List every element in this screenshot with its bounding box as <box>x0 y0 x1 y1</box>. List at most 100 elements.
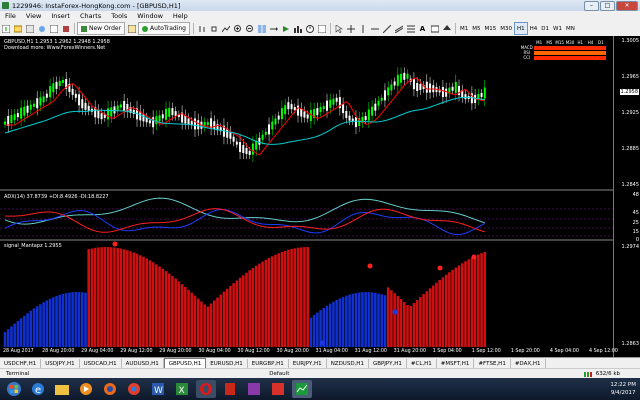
new-chart-icon[interactable] <box>0 22 11 35</box>
symbol-tab-gbpjpy[interactable]: GBPJPY,H1 <box>369 358 407 369</box>
profiles-icon[interactable] <box>12 22 23 35</box>
pdf-icon[interactable] <box>220 380 240 398</box>
chart-shift-icon[interactable] <box>268 22 279 35</box>
symbol-tab-eurgbp[interactable]: EURGBP,H1 <box>248 358 289 369</box>
channel-icon[interactable] <box>393 22 404 35</box>
tf-mn[interactable]: MN <box>564 23 577 34</box>
candle-body <box>248 150 251 155</box>
price-label: 1.2925 <box>621 110 640 116</box>
symbol-tab-nzdusd[interactable]: NZDUSD,H1 <box>327 358 369 369</box>
time-axis-label: 31 Aug 12:00 <box>354 349 387 354</box>
word-icon[interactable]: W <box>148 380 168 398</box>
tf-m1[interactable]: M1 <box>458 23 470 34</box>
metatrader-icon[interactable] <box>292 380 312 398</box>
media-player-icon[interactable] <box>76 380 96 398</box>
navigator-icon[interactable] <box>36 22 47 35</box>
candle-body <box>61 79 64 83</box>
candle-body <box>274 118 277 125</box>
autoscroll-icon[interactable] <box>280 22 291 35</box>
indicators-icon[interactable] <box>292 22 303 35</box>
menu-help[interactable]: Help <box>168 12 193 20</box>
text-tool-icon[interactable]: A <box>417 22 428 35</box>
label-tool-icon[interactable] <box>429 22 440 35</box>
price-label: 1.2965 <box>621 74 640 80</box>
candlestick-icon[interactable] <box>208 22 219 35</box>
chrome-icon[interactable] <box>124 380 144 398</box>
chart-area[interactable]: GBPUSD,H1 1.2953 1.2962 1.2948 1.2958 Do… <box>0 36 640 357</box>
candle-body <box>165 108 167 120</box>
symbol-tab-usdjpy[interactable]: USDJPY,H1 <box>41 358 80 369</box>
symbol-tab-msft[interactable]: #MSFT,H1 <box>437 358 475 369</box>
tile-windows-icon[interactable] <box>256 22 267 35</box>
time-axis-label: 1 Sep 12:00 <box>471 349 501 354</box>
system-clock[interactable]: 12:22 PM 9/4/2017 <box>610 381 636 397</box>
opera-icon[interactable] <box>196 380 216 398</box>
symbol-tab-ftse[interactable]: #FTSE,H1 <box>474 358 511 369</box>
zoom-out-icon[interactable] <box>244 22 255 35</box>
candle-body <box>390 84 393 91</box>
profile-label: Default <box>269 371 290 377</box>
periods-icon[interactable] <box>304 22 315 35</box>
arrows-icon[interactable] <box>441 22 452 35</box>
tf-w1[interactable]: W1 <box>551 23 564 34</box>
winrar-icon[interactable] <box>244 380 264 398</box>
horizontal-line-icon[interactable] <box>369 22 380 35</box>
menu-insert[interactable]: Insert <box>46 12 75 20</box>
market-watch-icon[interactable] <box>24 22 35 35</box>
templates-icon[interactable] <box>316 22 327 35</box>
metaeditor-icon[interactable] <box>126 22 137 35</box>
price-label: 1.2885 <box>621 146 640 152</box>
symbol-tab-dax[interactable]: #DAX,H1 <box>511 358 546 369</box>
line-chart-icon[interactable] <box>220 22 231 35</box>
minimize-button[interactable]: – <box>584 1 599 11</box>
symbol-tab-usdcad[interactable]: USDCAD,H1 <box>80 358 122 369</box>
zoom-in-icon[interactable] <box>232 22 243 35</box>
bar-chart-icon[interactable] <box>196 22 207 35</box>
app-icon-red[interactable] <box>268 380 288 398</box>
cursor-icon[interactable] <box>333 22 344 35</box>
symbol-tab-usdchf[interactable]: USDCHF,H1 <box>0 358 42 369</box>
menu-view[interactable]: View <box>21 12 46 20</box>
symbol-tab-audusd[interactable]: AUDUSD,H1 <box>122 358 164 369</box>
crosshair-icon[interactable] <box>345 22 356 35</box>
price-scale[interactable]: 1.3005 1.2965 1.2958 1.2925 1.2885 1.284… <box>613 36 640 357</box>
close-button[interactable]: ✕ <box>616 1 638 11</box>
time-axis-label: 29 Aug 04:00 <box>81 349 114 354</box>
menu-window[interactable]: Window <box>132 12 168 20</box>
signal-dot <box>319 340 325 346</box>
candle-body <box>300 108 303 117</box>
candle-body <box>371 106 374 116</box>
symbol-tab-eurusd[interactable]: EURUSD,H1 <box>206 358 248 369</box>
vertical-line-icon[interactable] <box>357 22 368 35</box>
menu-file[interactable]: File <box>0 12 21 20</box>
terminal-label[interactable]: Terminal <box>6 371 29 377</box>
explorer-icon[interactable] <box>52 380 72 398</box>
legend-bar <box>533 55 606 60</box>
autotrading-button[interactable]: AutoTrading <box>138 22 190 35</box>
tf-d1[interactable]: D1 <box>539 23 551 34</box>
tf-m5[interactable]: M5 <box>470 23 482 34</box>
start-icon[interactable] <box>4 380 24 398</box>
terminal-icon[interactable] <box>48 22 59 35</box>
adx-level: 0 <box>635 237 639 243</box>
tf-m30[interactable]: M30 <box>498 23 514 34</box>
candle-body <box>229 131 232 139</box>
excel-icon[interactable]: X <box>172 380 192 398</box>
tf-m15[interactable]: M15 <box>483 23 499 34</box>
fibonacci-icon[interactable] <box>405 22 416 35</box>
candle-body <box>383 90 386 101</box>
tf-h4[interactable]: H4 <box>528 23 540 34</box>
firefox-icon[interactable] <box>100 380 120 398</box>
menu-charts[interactable]: Charts <box>75 12 106 20</box>
trendline-icon[interactable] <box>381 22 392 35</box>
tf-h1[interactable]: H1 <box>514 22 528 35</box>
candle-body <box>29 104 32 110</box>
menu-tools[interactable]: Tools <box>106 12 132 20</box>
tester-icon[interactable] <box>60 22 71 35</box>
symbol-tab-eurjpy[interactable]: EURJPY,H1 <box>289 358 327 369</box>
maximize-button[interactable]: □ <box>600 1 615 11</box>
symbol-tab-cl[interactable]: #CL,H1 <box>407 358 437 369</box>
new-order-button[interactable]: New Order <box>77 22 126 35</box>
signal-bottom-label: 1.2863 <box>621 341 640 347</box>
ie-icon[interactable]: e <box>28 380 48 398</box>
